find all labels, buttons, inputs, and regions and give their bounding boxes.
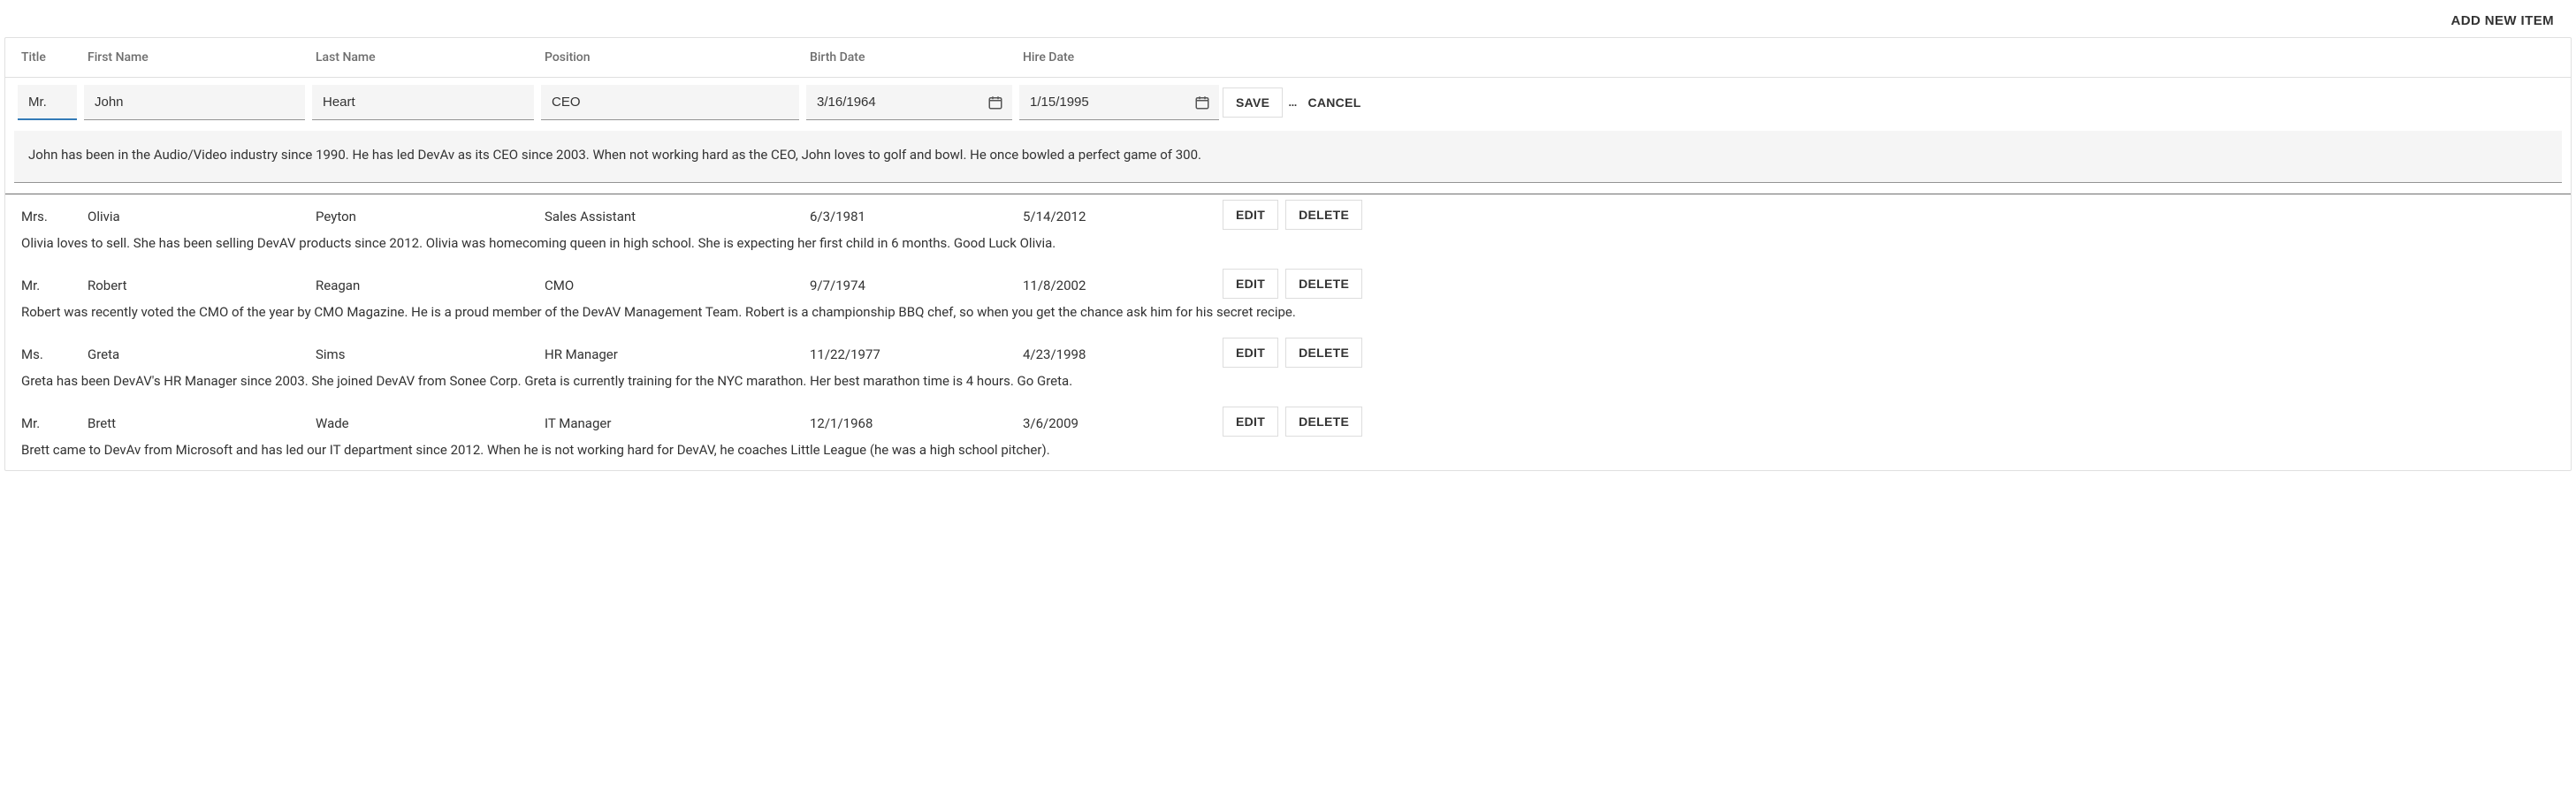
- cell-title: Mr.: [14, 270, 80, 297]
- cell-first-name: Olivia: [80, 202, 309, 228]
- cell-hire-date: 5/14/2012: [1016, 202, 1223, 228]
- cell-position: Sales Assistant: [537, 202, 803, 228]
- edit-button[interactable]: EDIT: [1223, 200, 1278, 230]
- last-name-input[interactable]: [312, 85, 534, 120]
- cell-first-name: Brett: [80, 408, 309, 435]
- table-row: Mr. Brett Wade IT Manager 12/1/1968 3/6/…: [5, 401, 2571, 470]
- cell-position: CMO: [537, 270, 803, 297]
- cell-birth-date: 6/3/1981: [803, 202, 1016, 228]
- cell-title: Mrs.: [14, 202, 80, 228]
- cell-notes: Greta has been DevAV's HR Manager since …: [5, 368, 2571, 401]
- edit-button[interactable]: EDIT: [1223, 407, 1278, 437]
- editing-row: SAVE … CANCEL John has been in the Audio…: [5, 78, 2571, 194]
- more-actions-button[interactable]: …: [1286, 95, 1299, 110]
- notes-editor[interactable]: John has been in the Audio/Video industr…: [28, 147, 1201, 163]
- position-input[interactable]: [541, 85, 799, 120]
- cell-notes: Olivia loves to sell. She has been selli…: [5, 230, 2571, 263]
- title-select[interactable]: [18, 85, 77, 120]
- cell-last-name: Reagan: [309, 270, 537, 297]
- delete-button[interactable]: DELETE: [1285, 200, 1362, 230]
- cell-title: Ms.: [14, 339, 80, 366]
- data-grid: Title First Name Last Name Position Birt…: [4, 37, 2572, 471]
- delete-button[interactable]: DELETE: [1285, 338, 1362, 368]
- cell-hire-date: 11/8/2002: [1016, 270, 1223, 297]
- save-button[interactable]: SAVE: [1223, 87, 1283, 118]
- cell-notes: Brett came to DevAv from Microsoft and h…: [5, 437, 2571, 470]
- column-header-last-name[interactable]: Last Name: [309, 38, 537, 77]
- cell-birth-date: 9/7/1974: [803, 270, 1016, 297]
- calendar-icon[interactable]: [987, 95, 1003, 110]
- cell-birth-date: 11/22/1977: [803, 339, 1016, 366]
- cell-birth-date: 12/1/1968: [803, 408, 1016, 435]
- add-new-item-button[interactable]: ADD NEW ITEM: [2451, 13, 2554, 28]
- calendar-icon[interactable]: [1194, 95, 1210, 110]
- edit-button[interactable]: EDIT: [1223, 338, 1278, 368]
- column-header-hire-date[interactable]: Hire Date: [1016, 38, 1223, 77]
- edit-button[interactable]: EDIT: [1223, 269, 1278, 299]
- birth-date-input[interactable]: [806, 85, 1012, 120]
- column-header-actions: [1223, 38, 1364, 77]
- delete-button[interactable]: DELETE: [1285, 269, 1362, 299]
- cancel-button[interactable]: CANCEL: [1302, 88, 1366, 117]
- cell-title: Mr.: [14, 408, 80, 435]
- cell-hire-date: 3/6/2009: [1016, 408, 1223, 435]
- column-header-first-name[interactable]: First Name: [80, 38, 309, 77]
- cell-notes: Robert was recently voted the CMO of the…: [5, 299, 2571, 332]
- cell-last-name: Sims: [309, 339, 537, 366]
- table-row: Ms. Greta Sims HR Manager 11/22/1977 4/2…: [5, 332, 2571, 401]
- table-row: Mrs. Olivia Peyton Sales Assistant 6/3/1…: [5, 194, 2571, 263]
- cell-hire-date: 4/23/1998: [1016, 339, 1223, 366]
- cell-first-name: Greta: [80, 339, 309, 366]
- cell-last-name: Wade: [309, 408, 537, 435]
- cell-last-name: Peyton: [309, 202, 537, 228]
- cell-position: IT Manager: [537, 408, 803, 435]
- delete-button[interactable]: DELETE: [1285, 407, 1362, 437]
- cell-position: HR Manager: [537, 339, 803, 366]
- column-header-title[interactable]: Title: [14, 38, 80, 77]
- column-header-row: Title First Name Last Name Position Birt…: [5, 38, 2571, 78]
- column-header-birth-date[interactable]: Birth Date: [803, 38, 1016, 77]
- table-row: Mr. Robert Reagan CMO 9/7/1974 11/8/2002…: [5, 263, 2571, 332]
- first-name-input[interactable]: [84, 85, 305, 120]
- column-header-position[interactable]: Position: [537, 38, 803, 77]
- hire-date-input[interactable]: [1019, 85, 1219, 120]
- cell-first-name: Robert: [80, 270, 309, 297]
